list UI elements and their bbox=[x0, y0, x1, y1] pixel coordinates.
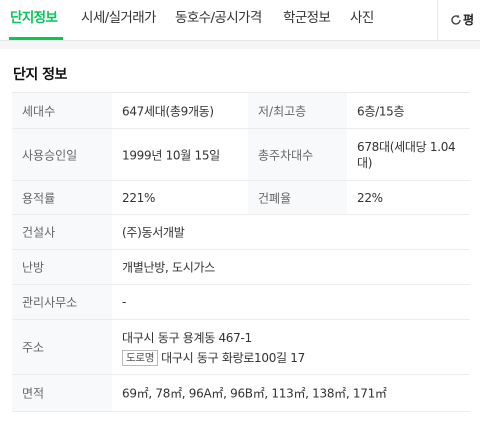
address-label: 주소 bbox=[22, 340, 45, 355]
households-value: 647세대(총9개동) bbox=[122, 104, 214, 118]
area-label-cell: 면적 bbox=[12, 375, 112, 411]
floors-label: 저/최고층 bbox=[258, 104, 307, 118]
table-row: 사용승인일 1999년 10월 15일 총주차대수 678대(세대당 1.04대… bbox=[12, 129, 470, 181]
unit-toggle-label: 평 bbox=[463, 13, 475, 27]
bcr-label: 건폐율 bbox=[258, 191, 292, 205]
road-address-line: 도로명 대구시 동구 화랑로100길 17 bbox=[122, 349, 305, 366]
heating-label-cell: 난방 bbox=[12, 250, 112, 284]
management-office-value-cell: - bbox=[122, 285, 470, 319]
heating-value: 개별난방, 도시가스 bbox=[122, 260, 215, 275]
approval-date-label: 사용승인일 bbox=[22, 148, 78, 162]
management-office-value: - bbox=[122, 295, 127, 309]
management-office-label-cell: 관리사무소 bbox=[12, 285, 112, 319]
complex-info-table: 세대수 647세대(총9개동) 저/최고층 6층/15층 사용승인일 1999년… bbox=[12, 92, 470, 412]
section-title: 단지 정보 bbox=[13, 67, 67, 83]
approval-date-value: 1999년 10월 15일 bbox=[122, 148, 220, 162]
builder-value: (주)동서개발 bbox=[122, 225, 185, 240]
management-office-label: 관리사무소 bbox=[22, 295, 78, 310]
unit-toggle-button[interactable]: 평 bbox=[437, 0, 480, 40]
floors-value-cell: 6층/15층 bbox=[357, 93, 470, 128]
table-row: 용적률 221% 건폐율 22% bbox=[12, 181, 470, 215]
road-address: 대구시 동구 화랑로100길 17 bbox=[161, 351, 305, 365]
tab-units[interactable]: 동호수/공시가격 bbox=[175, 0, 262, 40]
far-label-cell: 용적률 bbox=[12, 181, 112, 214]
address-label-cell: 주소 bbox=[12, 320, 112, 374]
far-value: 221% bbox=[122, 190, 156, 205]
far-label: 용적률 bbox=[22, 191, 56, 205]
bcr-value-cell: 22% bbox=[357, 181, 470, 214]
parking-label-cell: 총주차대수 bbox=[248, 129, 347, 180]
floors-label-cell: 저/최고층 bbox=[248, 93, 347, 128]
table-row: 면적 69㎡, 78㎡, 96A㎡, 96B㎡, 113㎡, 138㎡, 171… bbox=[12, 375, 470, 412]
households-value-cell: 647세대(총9개동) bbox=[122, 93, 247, 128]
parking-label: 총주차대수 bbox=[258, 148, 314, 162]
parking-value-cell: 678대(세대당 1.04대) bbox=[357, 129, 470, 180]
households-label: 세대수 bbox=[22, 104, 56, 118]
table-row: 난방 개별난방, 도시가스 bbox=[12, 250, 470, 285]
floors-value: 6층/15층 bbox=[357, 104, 405, 118]
approval-date-value-cell: 1999년 10월 15일 bbox=[122, 129, 247, 180]
lot-address: 대구시 동구 용계동 467-1 bbox=[122, 331, 252, 345]
bcr-value: 22% bbox=[357, 190, 383, 205]
builder-label: 건설사 bbox=[22, 225, 56, 240]
tab-complex-info[interactable]: 단지정보 bbox=[10, 0, 58, 40]
table-row: 건설사 (주)동서개발 bbox=[12, 215, 470, 250]
bcr-label-cell: 건폐율 bbox=[248, 181, 347, 214]
road-name-badge: 도로명 bbox=[122, 350, 159, 366]
table-row: 세대수 647세대(총9개동) 저/최고층 6층/15층 bbox=[12, 93, 470, 129]
address-value-cell: 대구시 동구 용계동 467-1 도로명 대구시 동구 화랑로100길 17 bbox=[122, 320, 470, 374]
households-label-cell: 세대수 bbox=[12, 93, 112, 128]
area-label: 면적 bbox=[22, 386, 45, 401]
builder-value-cell: (주)동서개발 bbox=[122, 215, 470, 249]
tab-bar: 단지정보 시세/실거래가 동호수/공시가격 학군정보 사진 평 bbox=[0, 0, 480, 41]
tab-price[interactable]: 시세/실거래가 bbox=[81, 0, 156, 40]
area-value-cell: 69㎡, 78㎡, 96A㎡, 96B㎡, 113㎡, 138㎡, 171㎡ bbox=[122, 375, 470, 411]
tab-photos[interactable]: 사진 bbox=[350, 0, 374, 40]
heating-label: 난방 bbox=[22, 260, 45, 275]
table-row: 주소 대구시 동구 용계동 467-1 도로명 대구시 동구 화랑로100길 17 bbox=[12, 320, 470, 375]
active-tab-indicator bbox=[9, 37, 63, 40]
section-divider bbox=[0, 41, 480, 49]
approval-date-label-cell: 사용승인일 bbox=[12, 129, 112, 180]
table-row: 관리사무소 - bbox=[12, 285, 470, 320]
builder-label-cell: 건설사 bbox=[12, 215, 112, 249]
tab-school[interactable]: 학군정보 bbox=[283, 0, 331, 40]
parking-value: 678대(세대당 1.04대) bbox=[357, 139, 456, 170]
far-value-cell: 221% bbox=[122, 181, 247, 214]
area-value: 69㎡, 78㎡, 96A㎡, 96B㎡, 113㎡, 138㎡, 171㎡ bbox=[122, 386, 387, 401]
refresh-icon bbox=[451, 14, 461, 25]
heating-value-cell: 개별난방, 도시가스 bbox=[122, 250, 470, 284]
